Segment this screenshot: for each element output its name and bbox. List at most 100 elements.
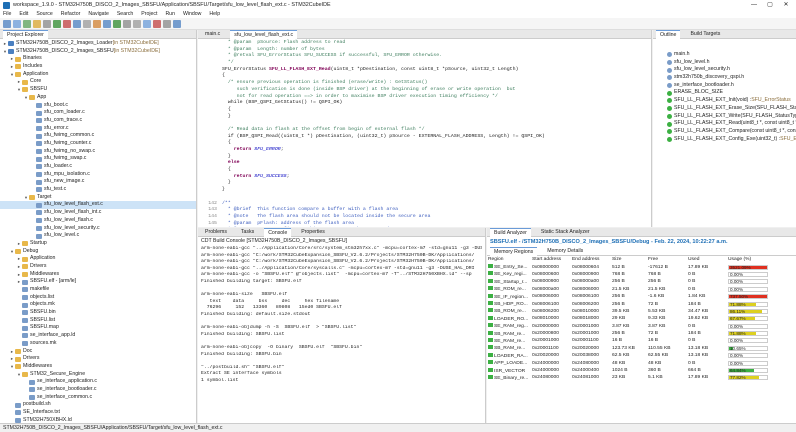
- tree-item[interactable]: objects.list: [0, 294, 196, 302]
- menu-window[interactable]: Window: [183, 11, 201, 17]
- table-row[interactable]: SE_RAM_reg... 0x20000000 0x20001000 3.87 KB…: [487, 323, 787, 330]
- tree-item[interactable]: ▾ STM32H750B_DISCO_2_Images_SBSFU [in STM…: [0, 48, 196, 56]
- outline-tab[interactable]: Build Targets: [686, 30, 724, 39]
- outline-item[interactable]: se_interface_bootloader.h: [653, 82, 796, 90]
- table-row[interactable]: SE_IF_region... 0x08006000 0x08006100 256 B…: [487, 293, 787, 300]
- outline-item[interactable]: sfu_low_level.h: [653, 59, 796, 67]
- toolbar-icon[interactable]: [93, 19, 101, 28]
- maximize-button[interactable]: ▢: [762, 0, 778, 10]
- menu-file[interactable]: File: [3, 11, 11, 17]
- tree-item[interactable]: postbuild.sh: [0, 401, 196, 409]
- table-row[interactable]: SE_Key_regi... 0x08000600 0x08000900 768 B 7…: [487, 271, 787, 278]
- tree-item[interactable]: ▸ Drivers: [0, 355, 196, 363]
- toolbar-icon[interactable]: [33, 19, 41, 28]
- tree-item[interactable]: ▸ Includes: [0, 63, 196, 71]
- tree-item[interactable]: se_interface_bootloader.c: [0, 386, 196, 394]
- analyzer-subtab[interactable]: Memory Details: [543, 247, 587, 256]
- tree-item[interactable]: ▸ Middlewares: [0, 271, 196, 279]
- tree-item[interactable]: sfu_com_loader.c: [0, 109, 196, 117]
- tree-item[interactable]: sfu_fwimg_counter.c: [0, 140, 196, 148]
- tree-item[interactable]: sfu_fwimg_common.c: [0, 132, 196, 140]
- menu-search[interactable]: Search: [117, 11, 133, 17]
- table-row[interactable]: SE_RAM_re... 0x20001000 0x20001100 16 B 16 B…: [487, 337, 787, 344]
- column-header[interactable]: End address: [571, 256, 611, 263]
- menu-project[interactable]: Project: [141, 11, 157, 17]
- tree-item[interactable]: ▸ Binaries: [0, 55, 196, 63]
- toolbar-icon[interactable]: [153, 19, 161, 28]
- console-tab[interactable]: Tasks: [237, 228, 258, 237]
- outline-item[interactable]: SFU_LL_FLASH_EXT_Write(SFU_FLASH_StatusT…: [653, 113, 796, 121]
- toolbar-icon[interactable]: [43, 19, 51, 28]
- tree-item[interactable]: SBSFU.map: [0, 324, 196, 332]
- outline-item[interactable]: SFU_LL_FLASH_EXT_Init(void) : SFU_ErrorS…: [653, 97, 796, 105]
- tree-item[interactable]: sfu_new_image.c: [0, 178, 196, 186]
- toolbar-icon[interactable]: [73, 19, 81, 28]
- menu-edit[interactable]: Edit: [19, 11, 28, 17]
- outline-item[interactable]: main.h: [653, 51, 796, 59]
- outline-item[interactable]: SFU_LL_FLASH_EXT_Erase_Size(SFU_FLASH_St…: [653, 105, 796, 113]
- tree-item[interactable]: SBSFU.list: [0, 317, 196, 325]
- tree-item[interactable]: se_interface_app.ld: [0, 332, 196, 340]
- tree-item[interactable]: sfu_error.c: [0, 125, 196, 133]
- code-area[interactable]: * @param pSource: Flash address to read …: [198, 40, 638, 227]
- tree-item[interactable]: ▸ Core: [0, 78, 196, 86]
- column-header[interactable]: Usage (%): [727, 256, 787, 263]
- tree-item[interactable]: ▾ Middlewares: [0, 363, 196, 371]
- toolbar-icon[interactable]: [83, 19, 91, 28]
- column-header[interactable]: Used: [687, 256, 727, 263]
- outline-item[interactable]: SFU_LL_FLASH_EXT_Config_Exe(uint32_t) : …: [653, 136, 796, 144]
- tree-item[interactable]: sfu_fwimg_swap.c: [0, 155, 196, 163]
- table-row[interactable]: ISR_VECTOR 0x24000000 0x24000400 1024 B 360 …: [487, 367, 787, 374]
- analyzer-tab[interactable]: Static Stack Analyzer: [537, 228, 594, 237]
- toolbar-icon[interactable]: [103, 19, 111, 28]
- table-row[interactable]: APP_LOADE... 0x24000000 0x24080000 48 KB 48 …: [487, 359, 787, 366]
- outline-item[interactable]: ERASE_BLOC_SIZE: [653, 89, 796, 97]
- tree-item[interactable]: ▸ STM32H750B_DISCO_2_Images_Loader [in ST…: [0, 40, 196, 48]
- tab-project-explorer[interactable]: Project Explorer: [3, 30, 48, 39]
- editor-tab[interactable]: sfu_low_level_flash_ext.c: [230, 30, 298, 39]
- tree-item[interactable]: ▸ Application: [0, 255, 196, 263]
- tree-item[interactable]: sfu_low_level_flash.c: [0, 217, 196, 225]
- toolbar-icon[interactable]: [53, 19, 61, 28]
- tree-item[interactable]: sources.mk: [0, 340, 196, 348]
- menu-help[interactable]: Help: [209, 11, 220, 17]
- table-row[interactable]: SE_Entry_Se... 0x08000000 0x08000604 512 B -…: [487, 263, 787, 270]
- toolbar-icon[interactable]: [163, 19, 171, 28]
- table-row[interactable]: SB_ROM_re... 0x08006200 0x08010000 39.5 KB 5…: [487, 308, 787, 315]
- tree-item[interactable]: makefile: [0, 286, 196, 294]
- table-row[interactable]: LOADER_RO... 0x08010000 0x08018000 29 KB 9.3…: [487, 315, 787, 322]
- console-tab[interactable]: Properties: [297, 228, 329, 237]
- tree-item[interactable]: sfu_boot.c: [0, 102, 196, 110]
- table-row[interactable]: SB_RAM_re... 0x20001100 0x20020000 123.73 K…: [487, 345, 787, 352]
- outline-tab[interactable]: Outline: [656, 30, 681, 39]
- toolbar-icon[interactable]: [133, 19, 141, 28]
- tree-item[interactable]: sfu_low_level.c: [0, 232, 196, 240]
- analyzer-tab[interactable]: Build Analyzer: [490, 228, 531, 237]
- tree-item[interactable]: ▾ Debug: [0, 248, 196, 256]
- outline-item[interactable]: SFU_LL_FLASH_EXT_Read(uint8_t *, const u…: [653, 120, 796, 128]
- toolbar-icon[interactable]: [63, 19, 71, 28]
- tree-item[interactable]: objects.mk: [0, 301, 196, 309]
- table-row[interactable]: SE_Binary_re... 0x24080000 0x24081000 23 KB…: [487, 374, 787, 381]
- toolbar-icon[interactable]: [143, 19, 151, 28]
- toolbar-icon[interactable]: [23, 19, 31, 28]
- outline-item[interactable]: SFU_LL_FLASH_EXT_Compare(const uint8_t *…: [653, 128, 796, 136]
- tree-item[interactable]: sfu_low_level_flash_ext.c: [0, 201, 196, 210]
- table-row[interactable]: SE_Startup_r... 0x08000900 0x08000a00 256 B…: [487, 278, 787, 285]
- editor-tab[interactable]: main.c: [201, 30, 224, 39]
- console-tab[interactable]: Console: [264, 228, 292, 237]
- minimize-button[interactable]: —: [746, 0, 762, 10]
- menu-navigate[interactable]: Navigate: [88, 11, 108, 17]
- close-button[interactable]: ✕: [778, 0, 794, 10]
- tree-item[interactable]: ▸ SBSFU.elf - [arm/le]: [0, 278, 196, 286]
- tree-item[interactable]: sfu_low_level_security.c: [0, 225, 196, 233]
- tree-item[interactable]: sfu_test.c: [0, 186, 196, 194]
- tree-item[interactable]: ▾ App: [0, 94, 196, 102]
- tree-item[interactable]: ▸ Startup: [0, 240, 196, 248]
- analyzer-subtab[interactable]: Memory Regions: [490, 246, 538, 256]
- column-header[interactable]: Start address: [531, 256, 571, 263]
- tree-item[interactable]: ▾ SBSFU: [0, 86, 196, 94]
- tree-item[interactable]: sfu_mpu_isolation.c: [0, 171, 196, 179]
- tree-item[interactable]: sfu_com_trace.c: [0, 117, 196, 125]
- menu-run[interactable]: Run: [165, 11, 175, 17]
